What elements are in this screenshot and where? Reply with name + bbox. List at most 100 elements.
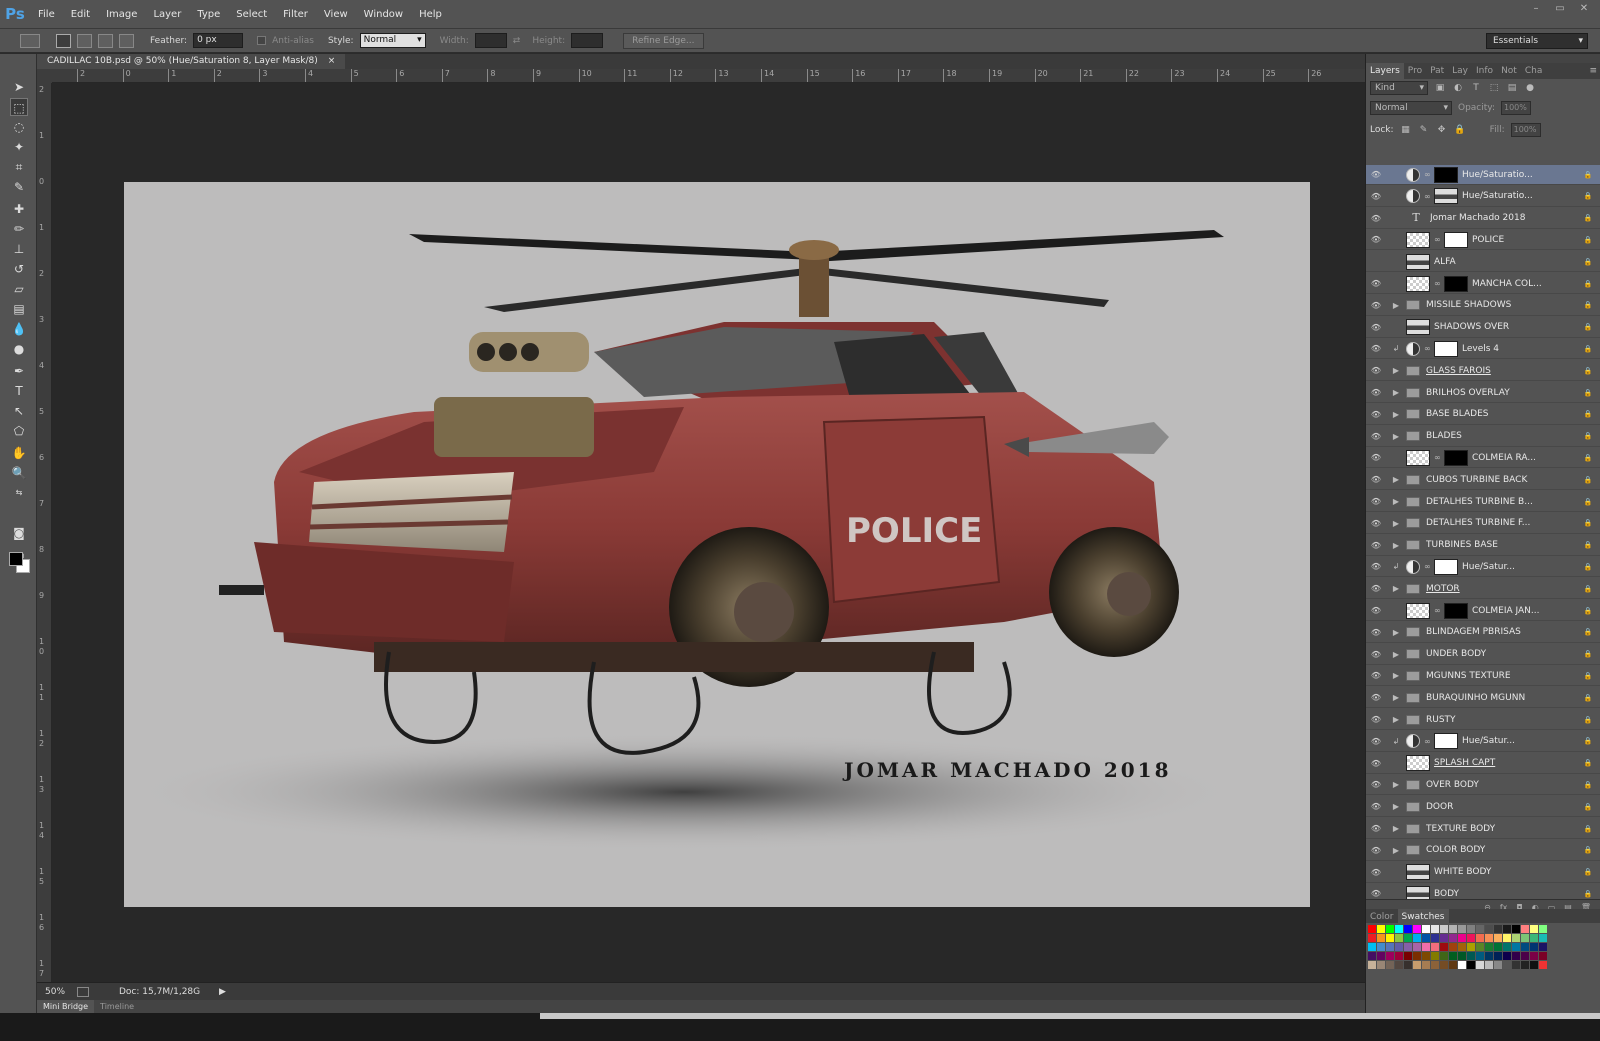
layer-name[interactable]: GLASS FAROIS	[1426, 366, 1581, 376]
layer-name[interactable]: DETALHES TURBINE B...	[1426, 497, 1581, 507]
folder-twirl-icon[interactable]: ▶	[1386, 824, 1406, 833]
color-swatch[interactable]	[1431, 952, 1439, 960]
visibility-eye-icon[interactable]: 👁	[1366, 170, 1386, 179]
folder-twirl-icon[interactable]: ▶	[1386, 497, 1406, 506]
layer-row[interactable]: 👁 ▶ BLADES 🔒	[1366, 427, 1600, 447]
layer-name[interactable]: TEXTURE BODY	[1426, 824, 1581, 834]
link-chain-icon[interactable]: ∞	[1424, 344, 1432, 353]
filter-smart-object-icon[interactable]: ▤	[1506, 82, 1518, 94]
folder-icon[interactable]	[1406, 670, 1420, 681]
folder-twirl-icon[interactable]: ▶	[1386, 388, 1406, 397]
color-swatch[interactable]	[1494, 943, 1502, 951]
color-swatch[interactable]	[1449, 925, 1457, 933]
visibility-eye-icon[interactable]: 👁	[1366, 235, 1386, 244]
filter-toggle-icon[interactable]: ●	[1524, 82, 1536, 94]
layer-name[interactable]: Hue/Satur...	[1462, 736, 1581, 746]
menu-layer[interactable]: Layer	[145, 0, 189, 29]
dodge-tool-icon[interactable]: ●	[10, 340, 28, 358]
layer-name[interactable]: COLOR BODY	[1426, 845, 1581, 855]
color-swatch[interactable]	[1503, 943, 1511, 951]
layer-row[interactable]: 👁 WHITE BODY 🔒	[1366, 863, 1600, 883]
folder-icon[interactable]	[1406, 845, 1420, 856]
color-swatch[interactable]	[1404, 934, 1412, 942]
layer-mask-thumbnail[interactable]	[1444, 275, 1468, 292]
move-tool-icon[interactable]: ➤	[10, 78, 28, 96]
layer-row[interactable]: 👁 ∞ MANCHA COL... 🔒	[1366, 274, 1600, 294]
visibility-eye-icon[interactable]: 👁	[1366, 257, 1386, 266]
folder-icon[interactable]	[1406, 496, 1420, 507]
layer-name[interactable]: SHADOWS OVER	[1434, 322, 1581, 332]
folder-twirl-icon[interactable]: ▶	[1386, 846, 1406, 855]
refine-edge-button[interactable]: Refine Edge...	[623, 32, 704, 49]
filter-shape-icon[interactable]: ⬚	[1488, 82, 1500, 94]
color-swatch[interactable]	[1404, 943, 1412, 951]
color-swatch[interactable]	[1368, 961, 1376, 969]
color-swatch[interactable]	[1494, 934, 1502, 942]
visibility-eye-icon[interactable]: 👁	[1366, 759, 1386, 768]
height-input[interactable]	[571, 33, 604, 48]
visibility-eye-icon[interactable]: 👁	[1366, 715, 1386, 724]
color-swatch[interactable]	[1467, 925, 1475, 933]
visibility-eye-icon[interactable]: 👁	[1366, 868, 1386, 877]
color-swatch[interactable]	[1395, 943, 1403, 951]
color-swatch[interactable]	[1476, 952, 1484, 960]
menu-window[interactable]: Window	[356, 0, 411, 29]
color-swatch[interactable]	[1494, 961, 1502, 969]
workspace-select[interactable]: Essentials	[1486, 33, 1588, 49]
tab-layer-comps[interactable]: Lay	[1448, 63, 1472, 79]
visibility-eye-icon[interactable]: 👁	[1366, 410, 1386, 419]
layer-name[interactable]: Hue/Saturatio...	[1462, 191, 1581, 201]
color-swatch[interactable]	[1458, 925, 1466, 933]
link-chain-icon[interactable]: ∞	[1424, 737, 1432, 746]
layer-row[interactable]: 👁 ↲ ∞ Hue/Satur... 🔒	[1366, 732, 1600, 752]
folder-icon[interactable]	[1406, 409, 1420, 420]
color-swatch[interactable]	[1404, 952, 1412, 960]
foreground-color-swatch[interactable]	[9, 552, 23, 566]
layer-name[interactable]: TURBINES BASE	[1426, 540, 1581, 550]
folder-icon[interactable]	[1406, 518, 1420, 529]
layer-row[interactable]: 👁 ↲ ∞ Hue/Satur... 🔒	[1366, 557, 1600, 578]
layer-name[interactable]: BLINDAGEM PBRISAS	[1426, 627, 1581, 637]
color-swatch[interactable]	[1422, 943, 1430, 951]
layer-mask-thumbnail[interactable]	[1444, 231, 1468, 248]
color-swatch[interactable]	[1458, 943, 1466, 951]
layer-row[interactable]: 👁 ▶ UNDER BODY 🔒	[1366, 645, 1600, 665]
layer-row[interactable]: 👁 ∞ COLMEIA JAN... 🔒	[1366, 601, 1600, 621]
color-swatch[interactable]	[1386, 943, 1394, 951]
color-swatch[interactable]	[1449, 943, 1457, 951]
menu-select[interactable]: Select	[228, 0, 275, 29]
layer-name[interactable]: MANCHA COL...	[1472, 279, 1581, 289]
color-swatch[interactable]	[1530, 943, 1538, 951]
visibility-eye-icon[interactable]: 👁	[1366, 889, 1386, 898]
folder-icon[interactable]	[1406, 779, 1420, 790]
type-layer-icon[interactable]: T	[1406, 210, 1426, 226]
opacity-input[interactable]: 100%	[1501, 101, 1531, 115]
visibility-eye-icon[interactable]: 👁	[1366, 780, 1386, 789]
layer-name[interactable]: WHITE BODY	[1434, 867, 1581, 877]
folder-twirl-icon[interactable]: ▶	[1386, 671, 1406, 680]
menu-view[interactable]: View	[316, 0, 356, 29]
color-swatch[interactable]	[1377, 943, 1385, 951]
color-swatch[interactable]	[1413, 961, 1421, 969]
visibility-eye-icon[interactable]: 👁	[1366, 453, 1386, 462]
layer-mask-thumbnail[interactable]	[1434, 558, 1458, 575]
folder-twirl-icon[interactable]: ▶	[1386, 519, 1406, 528]
menu-filter[interactable]: Filter	[275, 0, 316, 29]
layer-thumbnail[interactable]	[1406, 275, 1430, 292]
folder-twirl-icon[interactable]: ▶	[1386, 780, 1406, 789]
color-swatch[interactable]	[1539, 934, 1547, 942]
layer-name[interactable]: CUBOS TURBINE BACK	[1426, 475, 1581, 485]
visibility-eye-icon[interactable]: 👁	[1366, 475, 1386, 484]
layer-row[interactable]: 👁 ▶ DETALHES TURBINE B... 🔒	[1366, 492, 1600, 512]
layer-row[interactable]: 👁 ▶ GLASS FAROIS 🔒	[1366, 361, 1600, 382]
color-swatch[interactable]	[1539, 952, 1547, 960]
color-swatch[interactable]	[1521, 925, 1529, 933]
maximize-button[interactable]: ▭	[1550, 2, 1570, 16]
shape-tool-icon[interactable]: ⬠	[10, 422, 28, 440]
layer-name[interactable]: UNDER BODY	[1426, 649, 1581, 659]
subtract-from-selection-icon[interactable]	[98, 33, 113, 48]
color-swatch[interactable]	[1503, 961, 1511, 969]
visibility-eye-icon[interactable]: 👁	[1366, 192, 1386, 201]
layer-row[interactable]: 👁 ↲ ∞ Levels 4 🔒	[1366, 339, 1600, 360]
color-swatch[interactable]	[1467, 943, 1475, 951]
